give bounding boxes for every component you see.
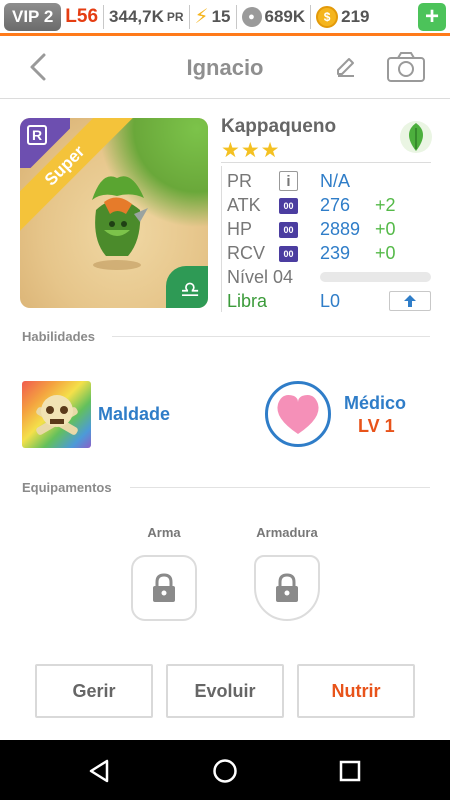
- monster-portrait[interactable]: R Super ♎: [20, 118, 208, 308]
- divider: [103, 4, 105, 29]
- camera-icon: [387, 52, 425, 82]
- edit-name-button[interactable]: [334, 55, 358, 79]
- square-recents-icon: [339, 760, 361, 782]
- nav-home-button[interactable]: [212, 758, 238, 784]
- resource-bar: VIP 2 L56 344,7K PR ⚡ 15 ● 689K $ 219 +: [0, 0, 450, 36]
- power-unit: PR: [166, 9, 184, 24]
- divider: [221, 162, 431, 163]
- rcv-value: 239: [320, 243, 351, 263]
- hp-label: HP: [227, 219, 253, 239]
- skill-name[interactable]: Médico: [344, 393, 406, 414]
- lightning-icon: ⚡: [194, 6, 209, 28]
- arrow-up-icon: [404, 295, 416, 307]
- nav-back-button[interactable]: [87, 758, 113, 784]
- circle-home-icon: [213, 759, 237, 783]
- pencil-icon: [337, 58, 354, 77]
- triangle-back-icon: [89, 759, 109, 783]
- armor-slot-label: Armadura: [256, 525, 318, 540]
- power-amount: 344,7K: [109, 6, 164, 26]
- level-label: Nível 04: [227, 267, 294, 287]
- skill-maldade-icon[interactable]: [22, 381, 91, 448]
- power-value: 344,7K PR: [109, 7, 184, 27]
- lock-icon: [153, 573, 175, 602]
- energy-amount: 15: [211, 6, 231, 26]
- monster-name: Kappaqueno: [221, 116, 337, 137]
- atk-plus-chip: 00: [279, 198, 298, 214]
- manage-button[interactable]: Gerir: [35, 664, 153, 718]
- page-title: Ignacio: [186, 55, 264, 80]
- food-value[interactable]: ● 689K: [241, 6, 306, 27]
- zodiac-sign-level: L0: [320, 291, 341, 311]
- weapon-slot[interactable]: [131, 555, 197, 621]
- section-divider: [112, 336, 430, 337]
- atk-bonus: +2: [375, 195, 396, 215]
- equipment-section-title: Equipamentos: [22, 480, 112, 495]
- paw-icon: ●: [241, 6, 262, 27]
- weapon-slot-label: Arma: [147, 525, 181, 540]
- coins-value[interactable]: $ 219: [316, 5, 370, 28]
- energy-value[interactable]: ⚡ 15: [195, 4, 231, 29]
- pr-label: PR: [227, 171, 253, 191]
- screenshot-button[interactable]: [386, 51, 426, 83]
- lock-icon: [276, 573, 298, 602]
- rcv-plus-chip: 00: [279, 246, 298, 262]
- add-currency-button[interactable]: +: [418, 2, 446, 31]
- page-header: Ignacio: [0, 39, 450, 99]
- system-nav-bar: [0, 740, 450, 800]
- skill-name[interactable]: Maldade: [98, 404, 170, 425]
- info-icon[interactable]: i: [279, 171, 298, 191]
- rcv-label: RCV: [227, 243, 266, 263]
- hp-plus-chip: 00: [279, 222, 298, 238]
- evolve-button[interactable]: Evoluir: [166, 664, 284, 718]
- level-progress-bar: [320, 272, 431, 282]
- coins-amount: 219: [341, 6, 370, 26]
- zodiac-sign-badge: ♎: [166, 266, 208, 308]
- player-level: L56: [65, 5, 99, 27]
- hp-bonus: +0: [375, 219, 396, 239]
- skill-medico-icon[interactable]: [265, 381, 331, 447]
- rcv-bonus: +0: [375, 243, 396, 263]
- section-divider: [130, 487, 430, 488]
- upgrade-sign-button[interactable]: [389, 291, 431, 311]
- nature-element-icon: [399, 120, 433, 154]
- atk-value: 276: [320, 195, 351, 215]
- skills-section-title: Habilidades: [22, 329, 95, 344]
- divider: [188, 4, 190, 29]
- heart-icon: [277, 395, 319, 434]
- atk-label: ATK: [227, 195, 261, 215]
- armor-slot[interactable]: [254, 555, 320, 621]
- coin-icon: $: [316, 5, 339, 28]
- zodiac-sign-label: Libra: [227, 291, 268, 311]
- skill-level: LV 1: [358, 416, 395, 436]
- feed-button[interactable]: Nutrir: [297, 664, 415, 718]
- divider: [235, 4, 237, 29]
- food-amount: 689K: [264, 6, 306, 26]
- monster-sprite: [92, 176, 148, 270]
- hp-value: 2889: [320, 219, 361, 239]
- star-rating: ★★★: [221, 139, 281, 162]
- divider: [310, 4, 312, 29]
- rank-letter: R: [27, 125, 47, 145]
- pr-value: N/A: [320, 171, 351, 191]
- stats-divider: [221, 166, 222, 312]
- vip-badge[interactable]: VIP 2: [4, 2, 62, 31]
- skull-icon: [36, 395, 78, 435]
- nav-recents-button[interactable]: [337, 758, 363, 784]
